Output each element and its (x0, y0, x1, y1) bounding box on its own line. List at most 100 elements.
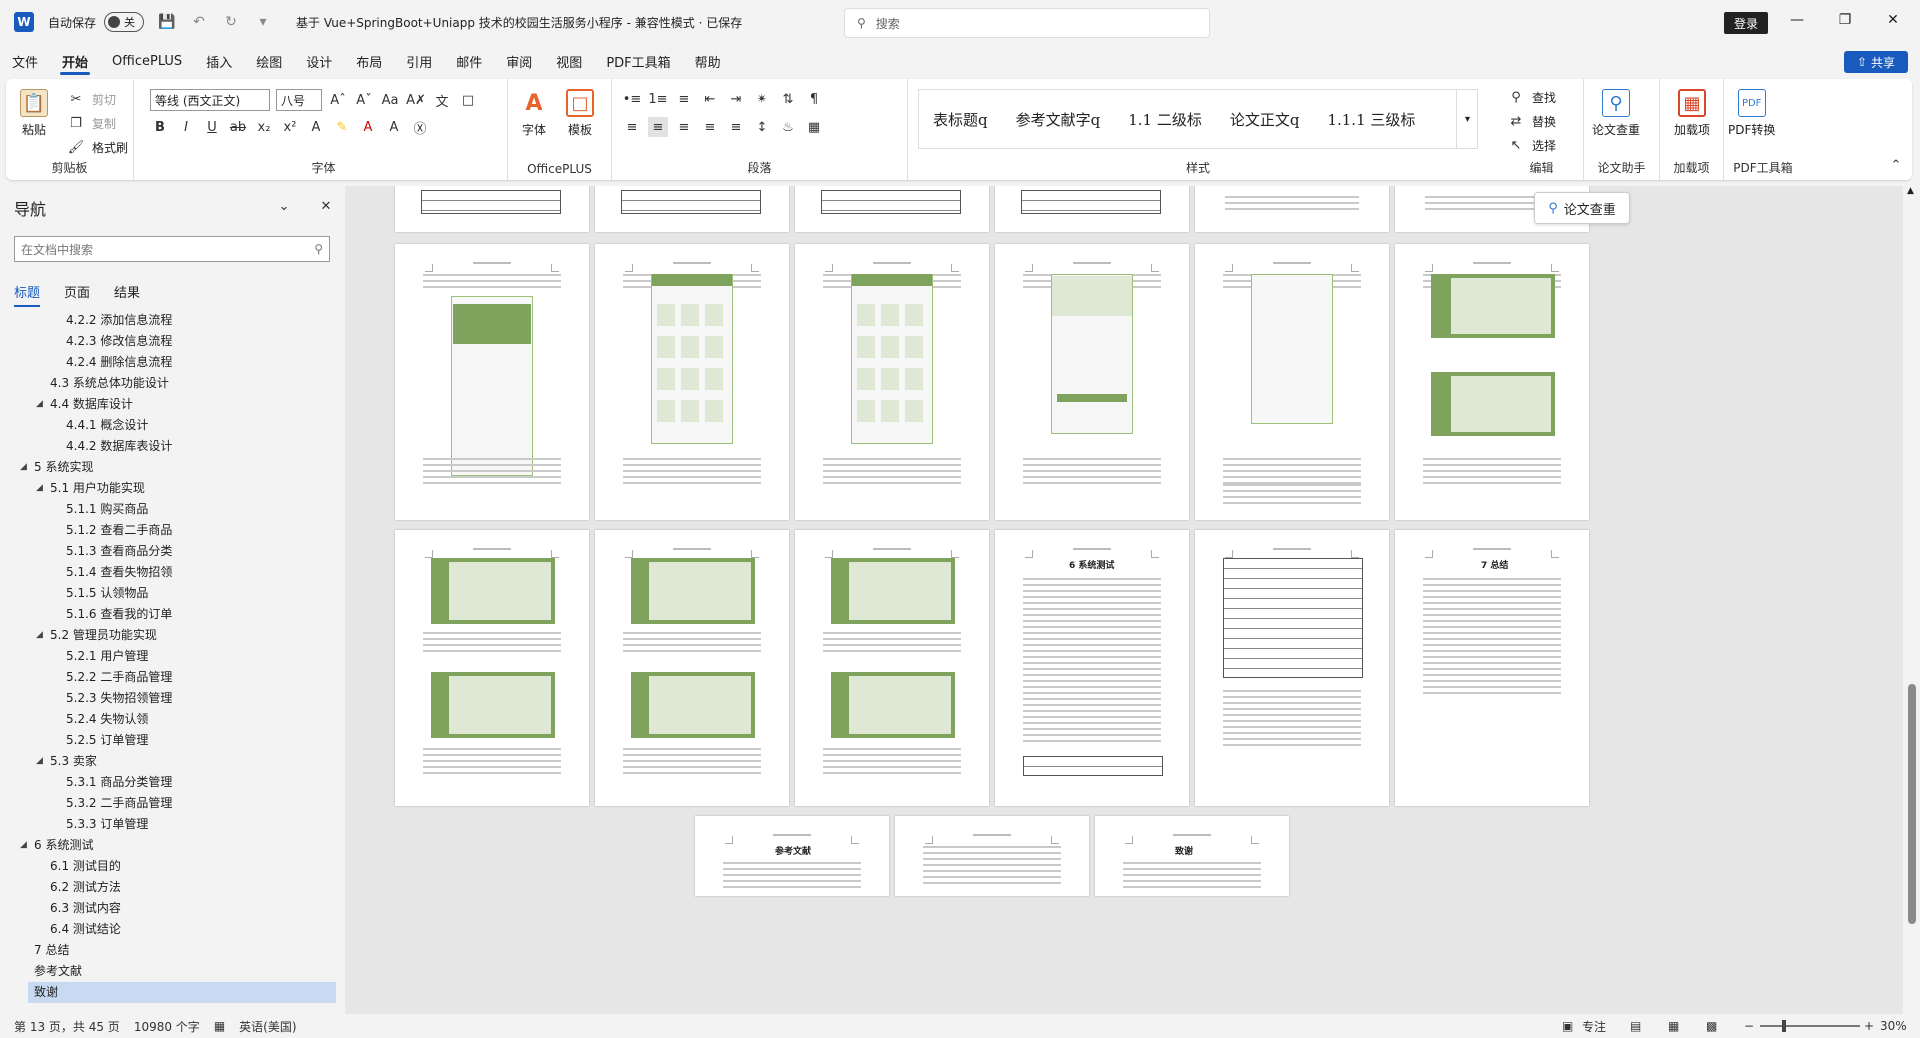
cut-button[interactable]: ✂ 剪切 (66, 89, 116, 109)
nav-heading-item[interactable]: 4.3 系统总体功能设计 (0, 373, 340, 394)
document-page[interactable] (395, 244, 589, 520)
expand-caret-icon[interactable]: ◢ (20, 457, 27, 478)
pdf-convert-button[interactable]: PDF PDF转换 (1728, 89, 1775, 138)
document-page[interactable] (795, 186, 989, 232)
nav-heading-item[interactable]: 6.3 测试内容 (0, 898, 340, 919)
clear-format-icon[interactable]: A✗ (406, 90, 426, 110)
format-painter-button[interactable]: 🖌 格式刷 (66, 137, 128, 157)
nav-heading-item[interactable]: 5.1.4 查看失物招领 (0, 562, 340, 583)
document-page[interactable] (395, 186, 589, 232)
document-page[interactable]: 6 系统测试 (995, 530, 1189, 806)
zoom-slider[interactable] (1760, 1025, 1860, 1027)
nav-heading-item[interactable]: 5.2.3 失物招领管理 (0, 688, 340, 709)
nav-search-icon[interactable]: ⚲ (314, 242, 323, 256)
nav-heading-item[interactable]: 4.2.2 添加信息流程 (0, 310, 340, 331)
paste-button[interactable]: 📋 粘贴 (20, 89, 48, 138)
nav-heading-item[interactable]: 参考文献 (0, 961, 340, 982)
nav-heading-item[interactable]: 5.1 用户功能实现 ◢ (0, 478, 340, 499)
decrease-indent-icon[interactable]: ⇤ (700, 89, 720, 109)
restore-icon[interactable]: ❐ (1830, 12, 1860, 32)
line-spacing-icon[interactable]: ↕ (752, 117, 772, 137)
ribbon-tab[interactable]: PDF工具箱 (594, 44, 682, 78)
replace-button[interactable]: ⇄ 替换 (1506, 111, 1556, 131)
document-page[interactable] (995, 244, 1189, 520)
char-border-icon[interactable]: □ (458, 90, 478, 110)
ribbon-tab[interactable]: 帮助 (683, 44, 733, 78)
ribbon-tab[interactable]: 视图 (544, 44, 594, 78)
ribbon-tab[interactable]: 引用 (394, 44, 444, 78)
nav-tab[interactable]: 标题 (14, 282, 41, 307)
underline-icon[interactable]: U (202, 117, 222, 137)
grow-font-icon[interactable]: Aˆ (328, 90, 348, 110)
expand-caret-icon[interactable]: ◢ (36, 394, 43, 415)
nav-heading-item[interactable]: 6.2 测试方法 (0, 877, 340, 898)
document-page[interactable] (995, 186, 1189, 232)
paper-check-button[interactable]: ⚲ 论文查重 (1592, 89, 1640, 138)
nav-heading-item[interactable]: 5 系统实现 ◢ (0, 457, 340, 478)
align-right-icon[interactable]: ≡ (674, 117, 694, 137)
expand-caret-icon[interactable]: ◢ (36, 625, 43, 646)
expand-caret-icon[interactable]: ◢ (36, 751, 43, 772)
enclose-char-icon[interactable]: Ⓧ (410, 117, 430, 137)
share-button[interactable]: ⇧ 共享 (1844, 51, 1908, 73)
bold-icon[interactable]: B (150, 117, 170, 137)
floating-paper-check-button[interactable]: ⚲ 论文查重 (1534, 192, 1630, 224)
style-gallery-item[interactable]: 论文正文q (1216, 109, 1314, 130)
strikethrough-icon[interactable]: ab (228, 117, 248, 137)
justify-icon[interactable]: ≡ (700, 117, 720, 137)
nav-heading-item[interactable]: 7 总结 (0, 940, 340, 961)
page-count[interactable]: 第 13 页，共 45 页 (14, 1018, 120, 1035)
style-gallery-item[interactable]: 1.1 二级标 (1114, 109, 1216, 130)
ribbon-tab[interactable]: 审阅 (494, 44, 544, 78)
text-effects-icon[interactable]: A (306, 117, 326, 137)
style-gallery-item[interactable]: 参考文献字q (1002, 109, 1115, 130)
font-name-select[interactable]: 等线 (西文正文) (150, 89, 270, 111)
subscript-icon[interactable]: x₂ (254, 117, 274, 137)
nav-heading-item[interactable]: 5.3.3 订单管理 (0, 814, 340, 835)
document-page[interactable] (895, 816, 1089, 896)
nav-heading-item[interactable]: 5.1.2 查看二手商品 (0, 520, 340, 541)
search-input[interactable]: ⚲ 搜索 (844, 8, 1210, 38)
increase-indent-icon[interactable]: ⇥ (726, 89, 746, 109)
ribbon-tab[interactable]: OfficePLUS (100, 44, 194, 78)
login-button[interactable]: 登录 (1724, 12, 1768, 34)
document-page[interactable] (795, 530, 989, 806)
close-window-icon[interactable]: ✕ (1878, 12, 1908, 32)
expand-caret-icon[interactable]: ◢ (36, 478, 43, 499)
show-marks-icon[interactable]: ¶ (804, 89, 824, 109)
addins-button[interactable]: ▦ 加载项 (1674, 89, 1710, 138)
undo-icon[interactable]: ↶ (190, 13, 208, 31)
nav-heading-item[interactable]: 5.3.2 二手商品管理 (0, 793, 340, 814)
print-layout-icon[interactable]: ▦ (1668, 1019, 1679, 1033)
save-icon[interactable]: 💾 (158, 13, 176, 31)
ribbon-tab[interactable]: 开始 (50, 44, 100, 78)
document-page[interactable]: 参考文献 (695, 816, 889, 896)
sort-icon[interactable]: ⇅ (778, 89, 798, 109)
word-count[interactable]: 10980 个字 (134, 1018, 200, 1035)
highlight-icon[interactable]: ✎ (332, 117, 352, 137)
ribbon-tab[interactable]: 文件 (0, 44, 50, 78)
multilevel-list-icon[interactable]: ≡ (674, 89, 694, 109)
focus-mode-label[interactable]: 专注 (1582, 1018, 1606, 1035)
document-page[interactable] (595, 186, 789, 232)
ribbon-tab[interactable]: 绘图 (244, 44, 294, 78)
vertical-scrollbar[interactable]: ▲ (1904, 186, 1920, 1014)
nav-search-input[interactable]: 在文档中搜索 ⚲ (14, 236, 330, 262)
font-size-select[interactable]: 八号 (276, 89, 322, 111)
align-left-icon[interactable]: ≡ (622, 117, 642, 137)
nav-heading-item[interactable]: 4.4.2 数据库表设计 (0, 436, 340, 457)
document-page[interactable] (1195, 244, 1389, 520)
nav-heading-item[interactable]: 4.4.1 概念设计 (0, 415, 340, 436)
document-page[interactable] (595, 530, 789, 806)
align-center-icon[interactable]: ≡ (648, 117, 668, 137)
copy-button[interactable]: ❐ 复制 (66, 113, 116, 133)
ribbon-tab[interactable]: 布局 (344, 44, 394, 78)
shrink-font-icon[interactable]: Aˇ (354, 90, 374, 110)
document-page[interactable]: 7 总结 (1395, 530, 1589, 806)
minimize-icon[interactable]: — (1782, 12, 1812, 32)
document-page[interactable]: 致谢 (1095, 816, 1289, 896)
numbering-icon[interactable]: 1≡ (648, 89, 668, 109)
nav-heading-item[interactable]: 5.1.6 查看我的订单 (0, 604, 340, 625)
asian-layout-icon[interactable]: ✴ (752, 89, 772, 109)
proofing-icon[interactable]: ▦ (214, 1019, 225, 1033)
